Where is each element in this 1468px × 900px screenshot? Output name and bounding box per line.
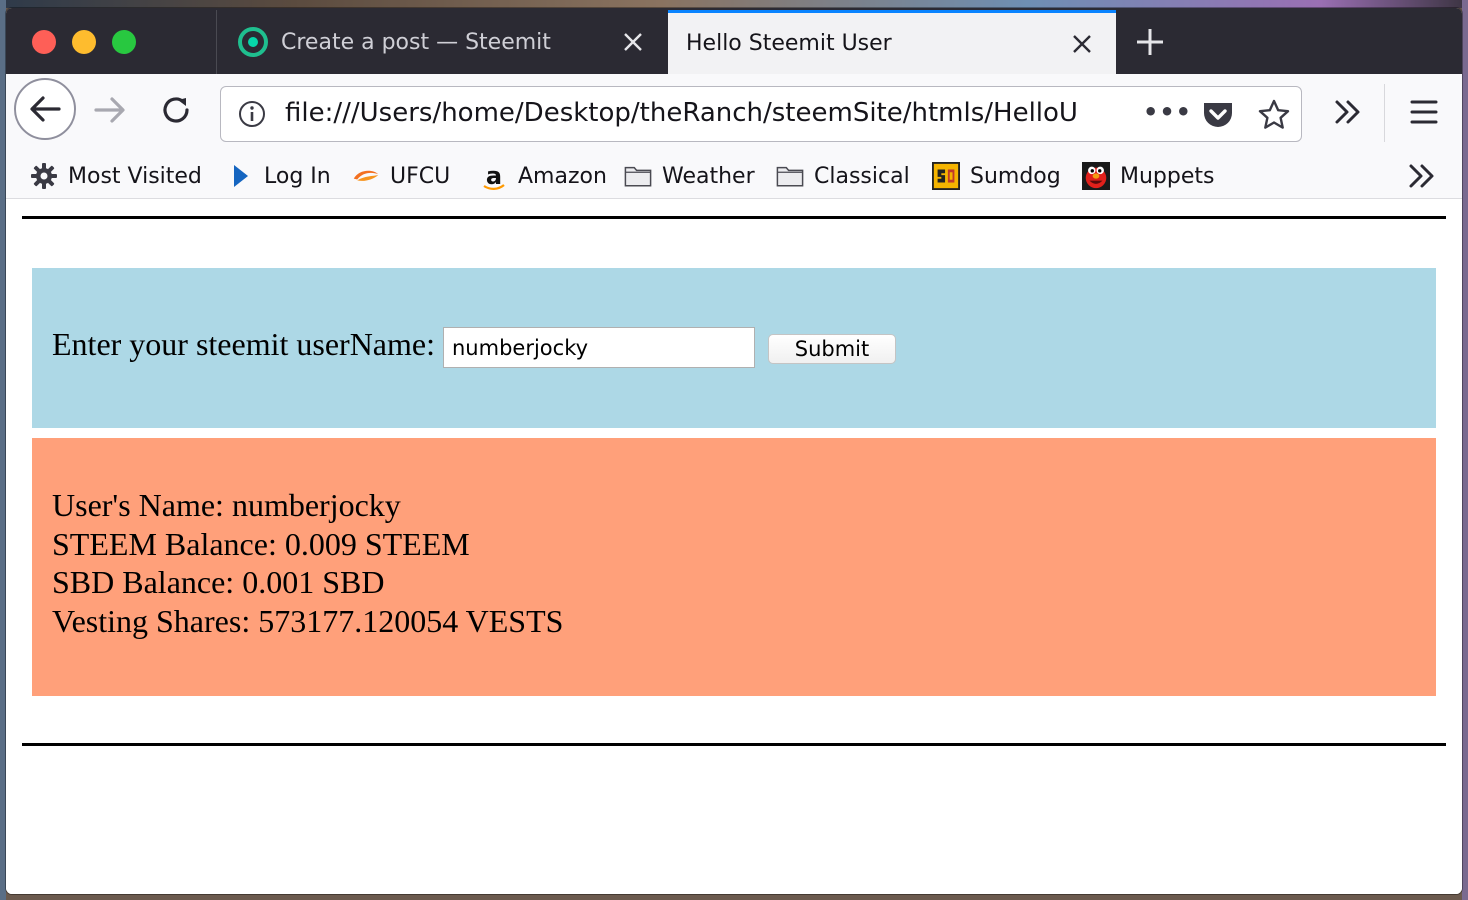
page-actions-more-icon[interactable]: ••• (1143, 100, 1191, 129)
bookmark-label: UFCU (390, 163, 451, 189)
bookmark-label: Sumdog (970, 163, 1061, 189)
reload-icon (163, 97, 189, 123)
bookmark-muppets[interactable]: Muppets (1082, 158, 1214, 194)
user-info-lines: User's Name: numberjocky STEEM Balance: … (52, 486, 563, 640)
bookmark-folder-classical[interactable]: Classical (776, 158, 910, 194)
bookmark-folder-weather[interactable]: Weather (624, 158, 755, 194)
folder-icon (624, 162, 652, 190)
ufcu-swoosh-icon (352, 162, 380, 190)
plus-icon (1137, 29, 1163, 55)
bookmark-star-icon[interactable] (1257, 98, 1291, 132)
steemit-icon (237, 26, 269, 58)
gear-icon (30, 162, 58, 190)
bookmark-label: Most Visited (68, 163, 202, 189)
hamburger-menu-icon[interactable] (1404, 92, 1444, 132)
bookmark-amazon[interactable]: a Amazon (480, 158, 607, 194)
forward-button[interactable] (90, 90, 130, 130)
navigation-bar: file:///Users/home/Desktop/theRanch/stee… (6, 74, 1462, 154)
bookmark-ufcu[interactable]: UFCU (352, 158, 450, 194)
tab-title: Hello Steemit User (686, 31, 892, 56)
bookmark-label: Weather (662, 163, 755, 189)
tab-title: Create a post — Steemit (281, 29, 551, 55)
desktop-edge-right (1462, 0, 1468, 900)
window-zoom-button[interactable] (112, 30, 136, 54)
bookmark-most-visited[interactable]: Most Visited (30, 158, 202, 194)
play-triangle-icon (226, 162, 254, 190)
horizontal-rule (22, 743, 1446, 746)
tab-create-post[interactable]: Create a post — Steemit (217, 10, 667, 74)
username-label: Enter your steemit userName: (52, 326, 435, 362)
close-tab-icon[interactable] (613, 22, 653, 62)
bookmark-label: Amazon (518, 163, 607, 189)
bookmark-log-in[interactable]: Log In (226, 158, 331, 194)
window-close-button[interactable] (32, 30, 56, 54)
vesting-shares-line: Vesting Shares: 573177.120054 VESTS (52, 602, 564, 639)
username-input[interactable] (443, 327, 755, 368)
bookmarks-overflow-chevron-icon[interactable] (1404, 158, 1440, 194)
url-text[interactable]: file:///Users/home/Desktop/theRanch/stee… (285, 98, 1077, 128)
new-tab-button[interactable] (1124, 22, 1176, 62)
page-content: Enter your steemit userName: Submit User… (6, 199, 1462, 894)
bookmark-label: Muppets (1120, 163, 1215, 189)
address-bar[interactable]: file:///Users/home/Desktop/theRanch/stee… (220, 86, 1302, 142)
info-icon[interactable] (237, 99, 267, 129)
username-form-panel: Enter your steemit userName: Submit (32, 268, 1436, 428)
close-tab-icon[interactable] (1062, 24, 1102, 64)
sbd-balance-line: SBD Balance: 0.001 SBD (52, 564, 385, 600)
steem-balance-line: STEEM Balance: 0.009 STEEM (52, 525, 470, 562)
browser-window: Create a post — Steemit Hello Steemit Us… (6, 8, 1462, 894)
arrow-right-icon (94, 97, 125, 123)
tab-hello-steemit-user[interactable]: Hello Steemit User (668, 10, 1116, 74)
submit-button[interactable]: Submit (768, 334, 896, 364)
overflow-chevron-icon[interactable] (1328, 92, 1368, 132)
tab-bar: Create a post — Steemit Hello Steemit Us… (6, 8, 1462, 74)
bookmark-sumdog[interactable]: Sumdog (932, 158, 1061, 194)
bookmarks-toolbar: Most Visited Log In UFCU a Amazon Weathe… (6, 154, 1462, 199)
bookmark-label: Classical (814, 163, 910, 189)
user-info-panel: User's Name: numberjocky STEEM Balance: … (32, 438, 1436, 696)
desktop-background (0, 0, 1468, 8)
back-button[interactable] (14, 78, 76, 140)
pocket-icon[interactable] (1201, 99, 1235, 131)
sumdog-icon (932, 162, 960, 190)
horizontal-rule (22, 216, 1446, 219)
arrow-left-icon (30, 96, 61, 122)
amazon-a-icon: a (483, 162, 505, 190)
reload-button[interactable] (156, 90, 196, 130)
toolbar-separator (1384, 84, 1385, 142)
elmo-icon (1082, 162, 1110, 190)
user-name-line: User's Name: numberjocky (52, 487, 401, 523)
window-minimize-button[interactable] (72, 30, 96, 54)
folder-icon (776, 162, 804, 190)
bookmark-label: Log In (264, 163, 331, 189)
